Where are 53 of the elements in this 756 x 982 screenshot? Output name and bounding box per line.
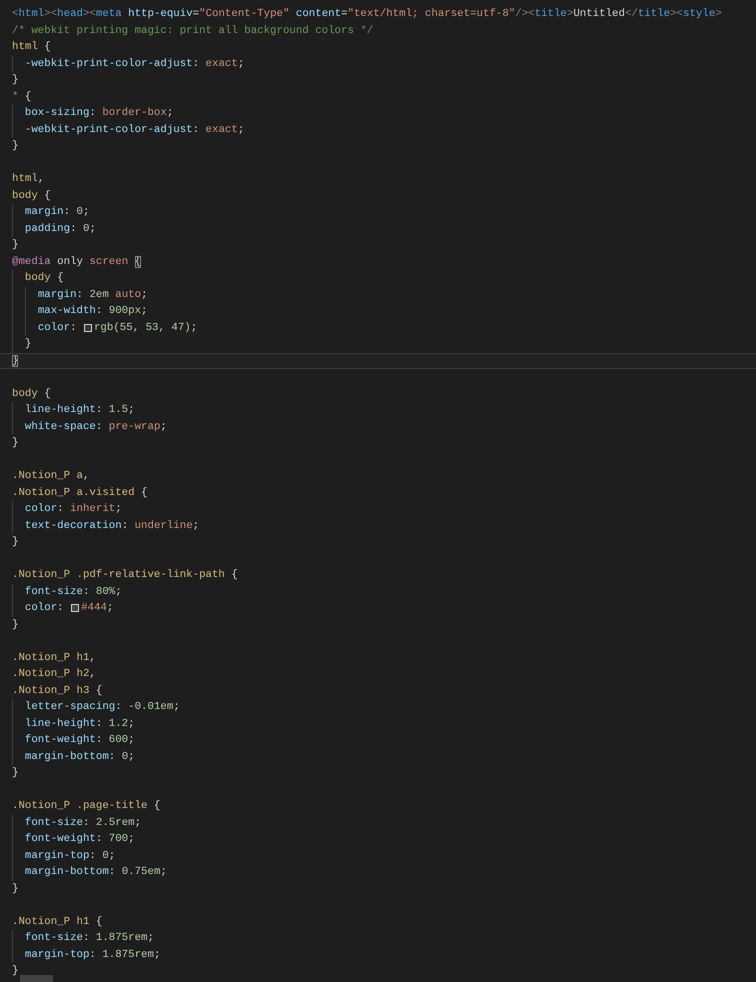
code-line: box-sizing: border-box; — [24, 106, 174, 121]
code-line: } — [12, 882, 18, 896]
code-line: margin: 2em auto; — [38, 288, 148, 302]
code-line: -webkit-print-color-adjust: exact; — [24, 122, 244, 138]
code-line: .Notion_P .page-title { — [12, 799, 160, 814]
code-line: max-width: 900px; — [38, 304, 148, 319]
code-line: margin-top: 1.875rem; — [24, 948, 160, 962]
code-line: text-decoration: underline; — [24, 518, 200, 534]
code-line: font-size: 80%; — [24, 584, 122, 600]
code-line: -webkit-print-color-adjust: exact; — [24, 56, 244, 72]
code-line: font-weight: 600; — [24, 733, 135, 748]
code-line: padding: 0; — [24, 222, 96, 236]
code-line: /* webkit printing magic: print all background colors */ — [12, 24, 374, 38]
code-line: * { — [12, 90, 32, 104]
code-line: .Notion_P h1 { — [12, 914, 102, 930]
code-line: #444; — [81, 601, 114, 616]
code-line: color: — [38, 320, 78, 336]
scrollbar-thumb[interactable] — [20, 975, 53, 982]
code-line: html { — [12, 40, 51, 55]
code-line: } — [24, 337, 32, 352]
code-line: margin-top: 0; — [24, 848, 116, 864]
code-line: font-size: 1.875rem; — [24, 931, 154, 946]
code-line: .Notion_P a.visited { — [12, 486, 148, 500]
code-line: .Notion_P h2, — [12, 667, 96, 682]
code-line: } — [12, 618, 18, 632]
code-line: line-height: 1.2; — [24, 716, 135, 732]
code-line: body { — [12, 386, 51, 402]
code-line: color: inherit; — [24, 502, 122, 517]
code-line: } — [12, 964, 18, 979]
code-line: } — [12, 238, 18, 253]
code-line: color: — [24, 601, 65, 616]
code-line: line-height: 1.5; — [24, 403, 135, 418]
code-line: } — [12, 436, 18, 451]
code-line: body { — [24, 271, 64, 286]
code-line: body { — [12, 188, 51, 204]
code-line: } — [12, 73, 18, 88]
code-line: letter-spacing: -0.01em; — [24, 700, 180, 715]
code-line: font-weight: 700; — [24, 832, 135, 847]
code-line: margin: 0; — [24, 205, 90, 220]
code-line: font-size: 2.5rem; — [24, 816, 142, 830]
code-line: rgb(55, 53, 47); — [94, 320, 198, 336]
code-line: .Notion_P a, — [12, 469, 90, 484]
code-line: } — [12, 139, 18, 154]
code-line: <html><head><meta http-equiv="Content-Type" content="text/html; charset=utf-8"/><title>Untitled</title><style> — [12, 7, 722, 22]
code-line: } — [12, 535, 18, 550]
code-line: white-space: pre-wrap; — [24, 420, 167, 434]
code-line: .Notion_P h3 { — [12, 684, 102, 698]
code-line: margin-bottom: 0.75em; — [24, 865, 167, 880]
code-line: .Notion_P h1, — [12, 650, 96, 666]
code-line: .Notion_P .pdf-relative-link-path { — [12, 568, 238, 583]
code-line: } — [12, 766, 18, 781]
code-line: margin-bottom: 0; — [24, 750, 135, 764]
code-line: html, — [12, 172, 44, 187]
